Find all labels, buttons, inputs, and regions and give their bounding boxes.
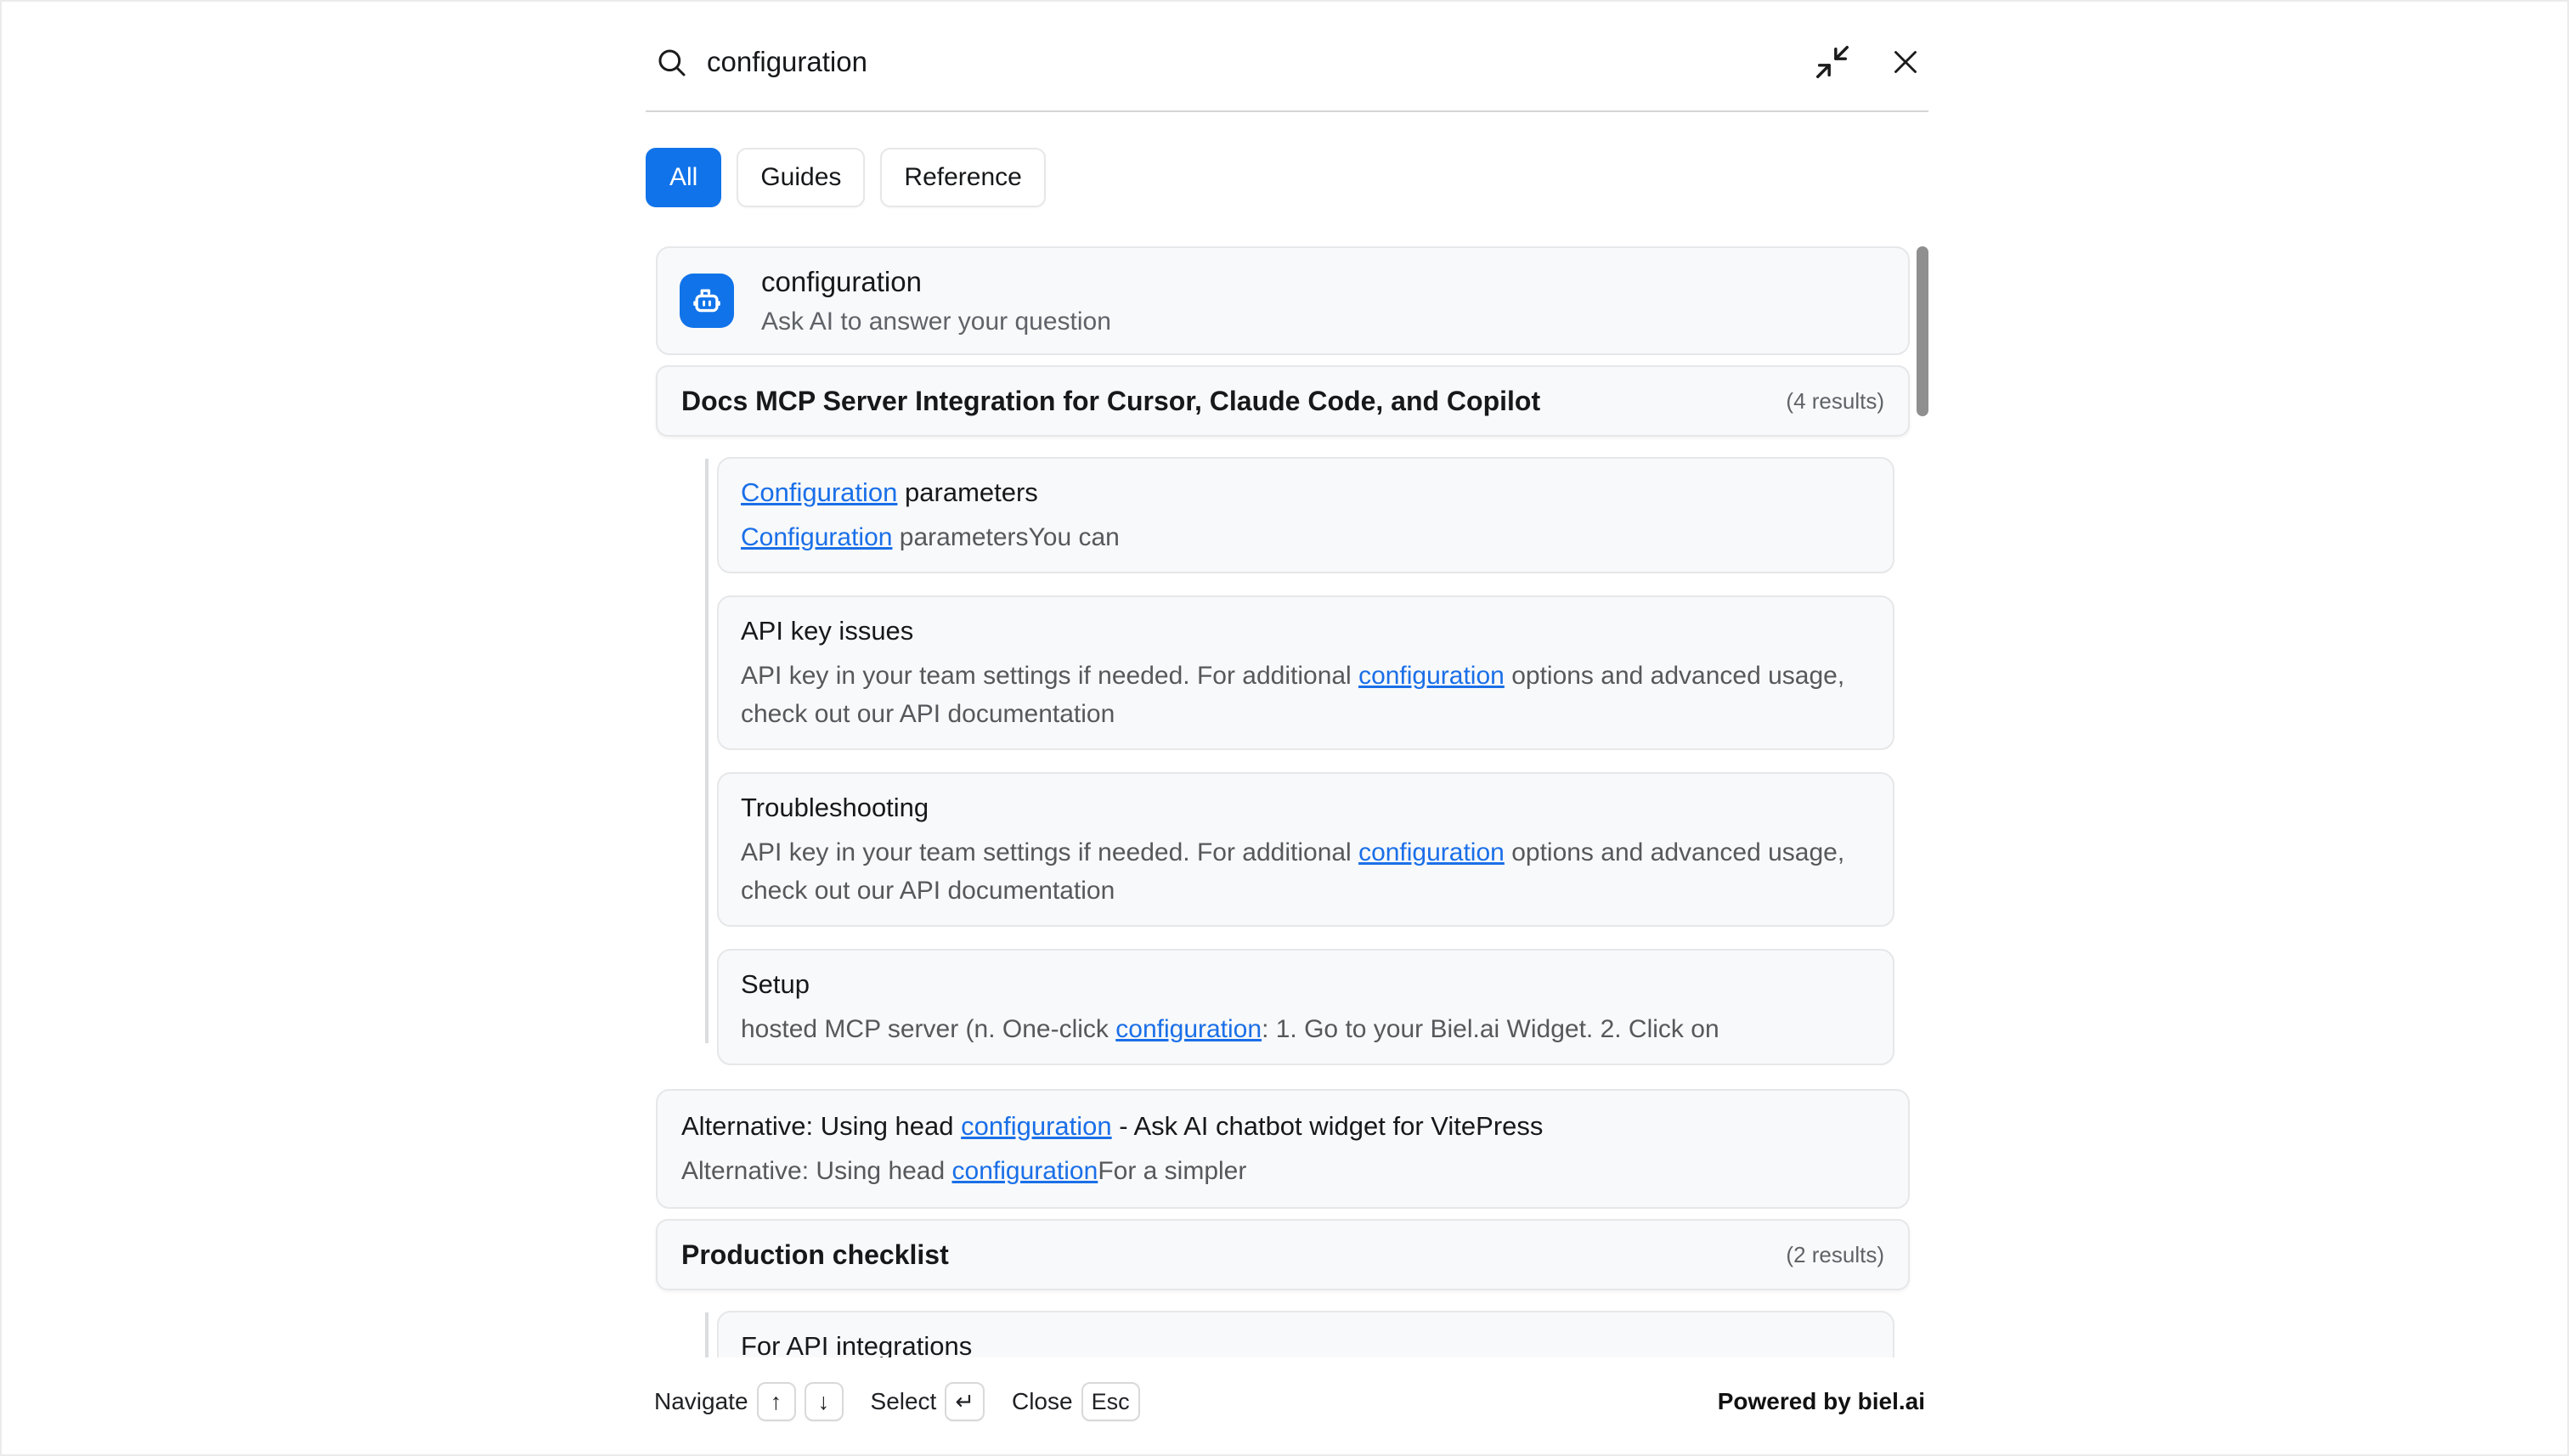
result-text-segment: API key in your team settings if needed.… [741, 662, 1358, 690]
result-title: Troubleshooting [741, 789, 1871, 827]
section-result-count: (2 results) [1786, 1242, 1884, 1268]
result-text-segment: - Ask AI chatbot widget for VitePress [1112, 1111, 1544, 1141]
enter-key: ↵ [945, 1382, 985, 1421]
robot-icon [680, 274, 734, 328]
section-result-count: (4 results) [1786, 388, 1884, 415]
result-text-segment: For a simpler [1098, 1157, 1246, 1185]
search-icon [654, 45, 688, 79]
indent-guide [705, 459, 709, 1043]
result-text-segment: For API integrations [741, 1331, 972, 1357]
result-title: Setup [741, 966, 1871, 1003]
result-keyword-link[interactable]: configuration [1358, 662, 1505, 690]
result-text-segment: parametersYou can [892, 523, 1119, 551]
result-title: Configuration parameters [741, 474, 1871, 511]
result-keyword-link[interactable]: configuration [1358, 838, 1505, 866]
result-text-segment: Alternative: Using head [681, 1157, 952, 1185]
result-body: Alternative: Using head configurationFor… [681, 1152, 1884, 1190]
close-hint: Close Esc [1012, 1382, 1140, 1421]
result-title: Alternative: Using head configuration - … [681, 1108, 1884, 1145]
close-button[interactable] [1886, 42, 1925, 82]
result-card[interactable]: Alternative: Using head configuration - … [656, 1089, 1910, 1209]
keyboard-hints: Navigate ↑ ↓ Select ↵ Close Esc [654, 1382, 1140, 1421]
tab-all[interactable]: All [646, 148, 721, 207]
section-header[interactable]: Production checklist (2 results) [656, 1219, 1910, 1290]
powered-by-link[interactable]: Powered by biel.ai [1718, 1388, 1925, 1415]
result-text-segment: Alternative: Using head [681, 1111, 961, 1141]
select-hint: Select ↵ [871, 1382, 985, 1421]
result-keyword-link[interactable]: Configuration [741, 477, 897, 507]
arrow-up-key: ↑ [757, 1382, 796, 1421]
result-keyword-link[interactable]: Configuration [741, 523, 892, 551]
minimize-button[interactable] [1813, 42, 1852, 82]
ask-ai-subtitle: Ask AI to answer your question [761, 305, 1111, 338]
modal-content: All Guides Reference [646, 2, 1928, 1454]
result-text-segment: Troubleshooting [741, 793, 929, 822]
search-input[interactable] [707, 46, 1813, 78]
section-results: Configuration parametersConfiguration pa… [705, 457, 1928, 1065]
section-header[interactable]: Docs MCP Server Integration for Cursor, … [656, 365, 1910, 437]
results-viewport: configuration Ask AI to answer your ques… [646, 246, 1928, 1357]
indent-guide [705, 1312, 709, 1357]
close-label: Close [1012, 1388, 1073, 1415]
close-icon [1886, 42, 1925, 82]
result-title: For API integrations [741, 1328, 1871, 1357]
section-results: For API integrations [705, 1311, 1928, 1357]
result-keyword-link[interactable]: configuration [1115, 1015, 1262, 1043]
tab-guides[interactable]: Guides [737, 148, 865, 207]
results-scrollbar[interactable] [1917, 246, 1928, 416]
search-header [646, 2, 1928, 112]
ask-ai-title: configuration [761, 263, 1111, 300]
ask-ai-card[interactable]: configuration Ask AI to answer your ques… [656, 246, 1910, 355]
result-text-segment: parameters [897, 477, 1037, 507]
result-card[interactable]: Configuration parametersConfiguration pa… [717, 457, 1894, 573]
select-label: Select [871, 1388, 937, 1415]
result-title: API key issues [741, 612, 1871, 650]
tab-reference[interactable]: Reference [880, 148, 1045, 207]
result-text-segment: API key issues [741, 616, 913, 646]
footer: Navigate ↑ ↓ Select ↵ Close Esc Powered … [646, 1357, 1928, 1454]
result-card[interactable]: Setup hosted MCP server (n. One-click con… [717, 949, 1894, 1065]
result-keyword-link[interactable]: configuration [952, 1157, 1098, 1185]
navigate-label: Navigate [654, 1388, 748, 1415]
navigate-hint: Navigate ↑ ↓ [654, 1382, 844, 1421]
result-body: Configuration parametersYou can [741, 518, 1871, 556]
filter-tabs: All Guides Reference [646, 148, 1928, 207]
result-text-segment: API key in your team settings if needed.… [741, 838, 1358, 866]
section-title: Docs MCP Server Integration for Cursor, … [681, 386, 1540, 417]
result-card[interactable]: For API integrations [717, 1311, 1894, 1357]
result-text-segment: hosted MCP server (n. One-click [741, 1015, 1115, 1043]
section-title: Production checklist [681, 1239, 949, 1271]
arrow-down-key: ↓ [805, 1382, 844, 1421]
search-modal: All Guides Reference [0, 0, 2569, 1456]
result-card[interactable]: API key issues API key in your team setti… [717, 595, 1894, 750]
result-text-segment: Setup [741, 969, 810, 999]
result-keyword-link[interactable]: configuration [961, 1111, 1112, 1141]
esc-key: Esc [1081, 1382, 1140, 1421]
result-body: API key in your team settings if needed.… [741, 657, 1871, 733]
results-list: configuration Ask AI to answer your ques… [646, 246, 1928, 1357]
minimize-icon [1813, 42, 1852, 82]
result-text-segment: : 1. Go to your Biel.ai Widget. 2. Click… [1262, 1015, 1719, 1043]
result-card[interactable]: Troubleshooting API key in your team sett… [717, 772, 1894, 927]
ask-ai-text: configuration Ask AI to answer your ques… [761, 263, 1111, 338]
result-body: API key in your team settings if needed.… [741, 833, 1871, 910]
result-body: hosted MCP server (n. One-click configur… [741, 1010, 1871, 1048]
